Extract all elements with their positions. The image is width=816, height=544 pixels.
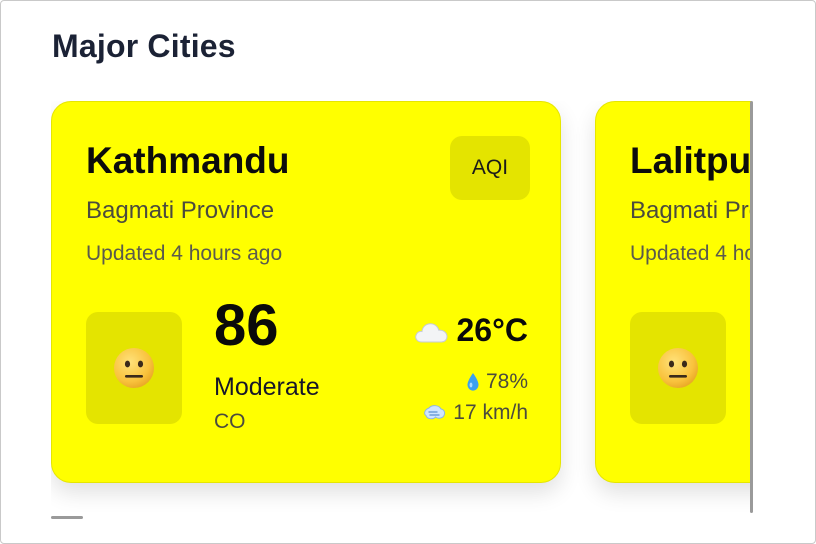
province-label: Bagmati Province	[630, 197, 751, 224]
aqi-face-tile	[630, 312, 726, 424]
droplet-icon	[467, 373, 479, 391]
temperature-row: 26°C	[413, 312, 529, 349]
city-card[interactable]: Lalitpur Bagmati Province Updated 4 hour…	[595, 101, 751, 483]
app-frame: Major Cities Kathmandu Bagmati Province …	[0, 0, 816, 544]
wind-row: 17 km/h	[423, 401, 528, 425]
aqi-badge-button[interactable]: AQI	[450, 136, 530, 200]
main-pollutant: CO	[214, 410, 246, 433]
humidity-value: 78%	[485, 370, 528, 393]
neutral-face-icon	[114, 348, 154, 388]
aqi-value: 86	[214, 293, 279, 358]
updated-time: Updated 4 hours ago	[86, 242, 283, 265]
cloud-icon	[414, 322, 448, 342]
wind-icon	[424, 405, 446, 420]
city-name: Kathmandu	[86, 140, 290, 181]
updated-time: Updated 4 hours ago	[630, 242, 751, 265]
neutral-face-icon	[658, 348, 698, 388]
vertical-scrollbar[interactable]	[750, 101, 753, 513]
temperature-value: 26°C	[456, 312, 529, 348]
humidity-row: 78%	[466, 370, 528, 394]
horizontal-scrollbar[interactable]	[51, 516, 83, 519]
city-name: Lalitpur	[630, 140, 751, 181]
aqi-face-tile	[86, 312, 182, 424]
city-card[interactable]: Kathmandu Bagmati Province Updated 4 hou…	[51, 101, 561, 483]
wind-value: 17 km/h	[453, 401, 528, 424]
section-title: Major Cities	[52, 28, 236, 64]
province-label: Bagmati Province	[86, 197, 275, 224]
city-carousel[interactable]: Kathmandu Bagmati Province Updated 4 hou…	[51, 101, 751, 517]
aqi-level: Moderate	[214, 373, 320, 401]
